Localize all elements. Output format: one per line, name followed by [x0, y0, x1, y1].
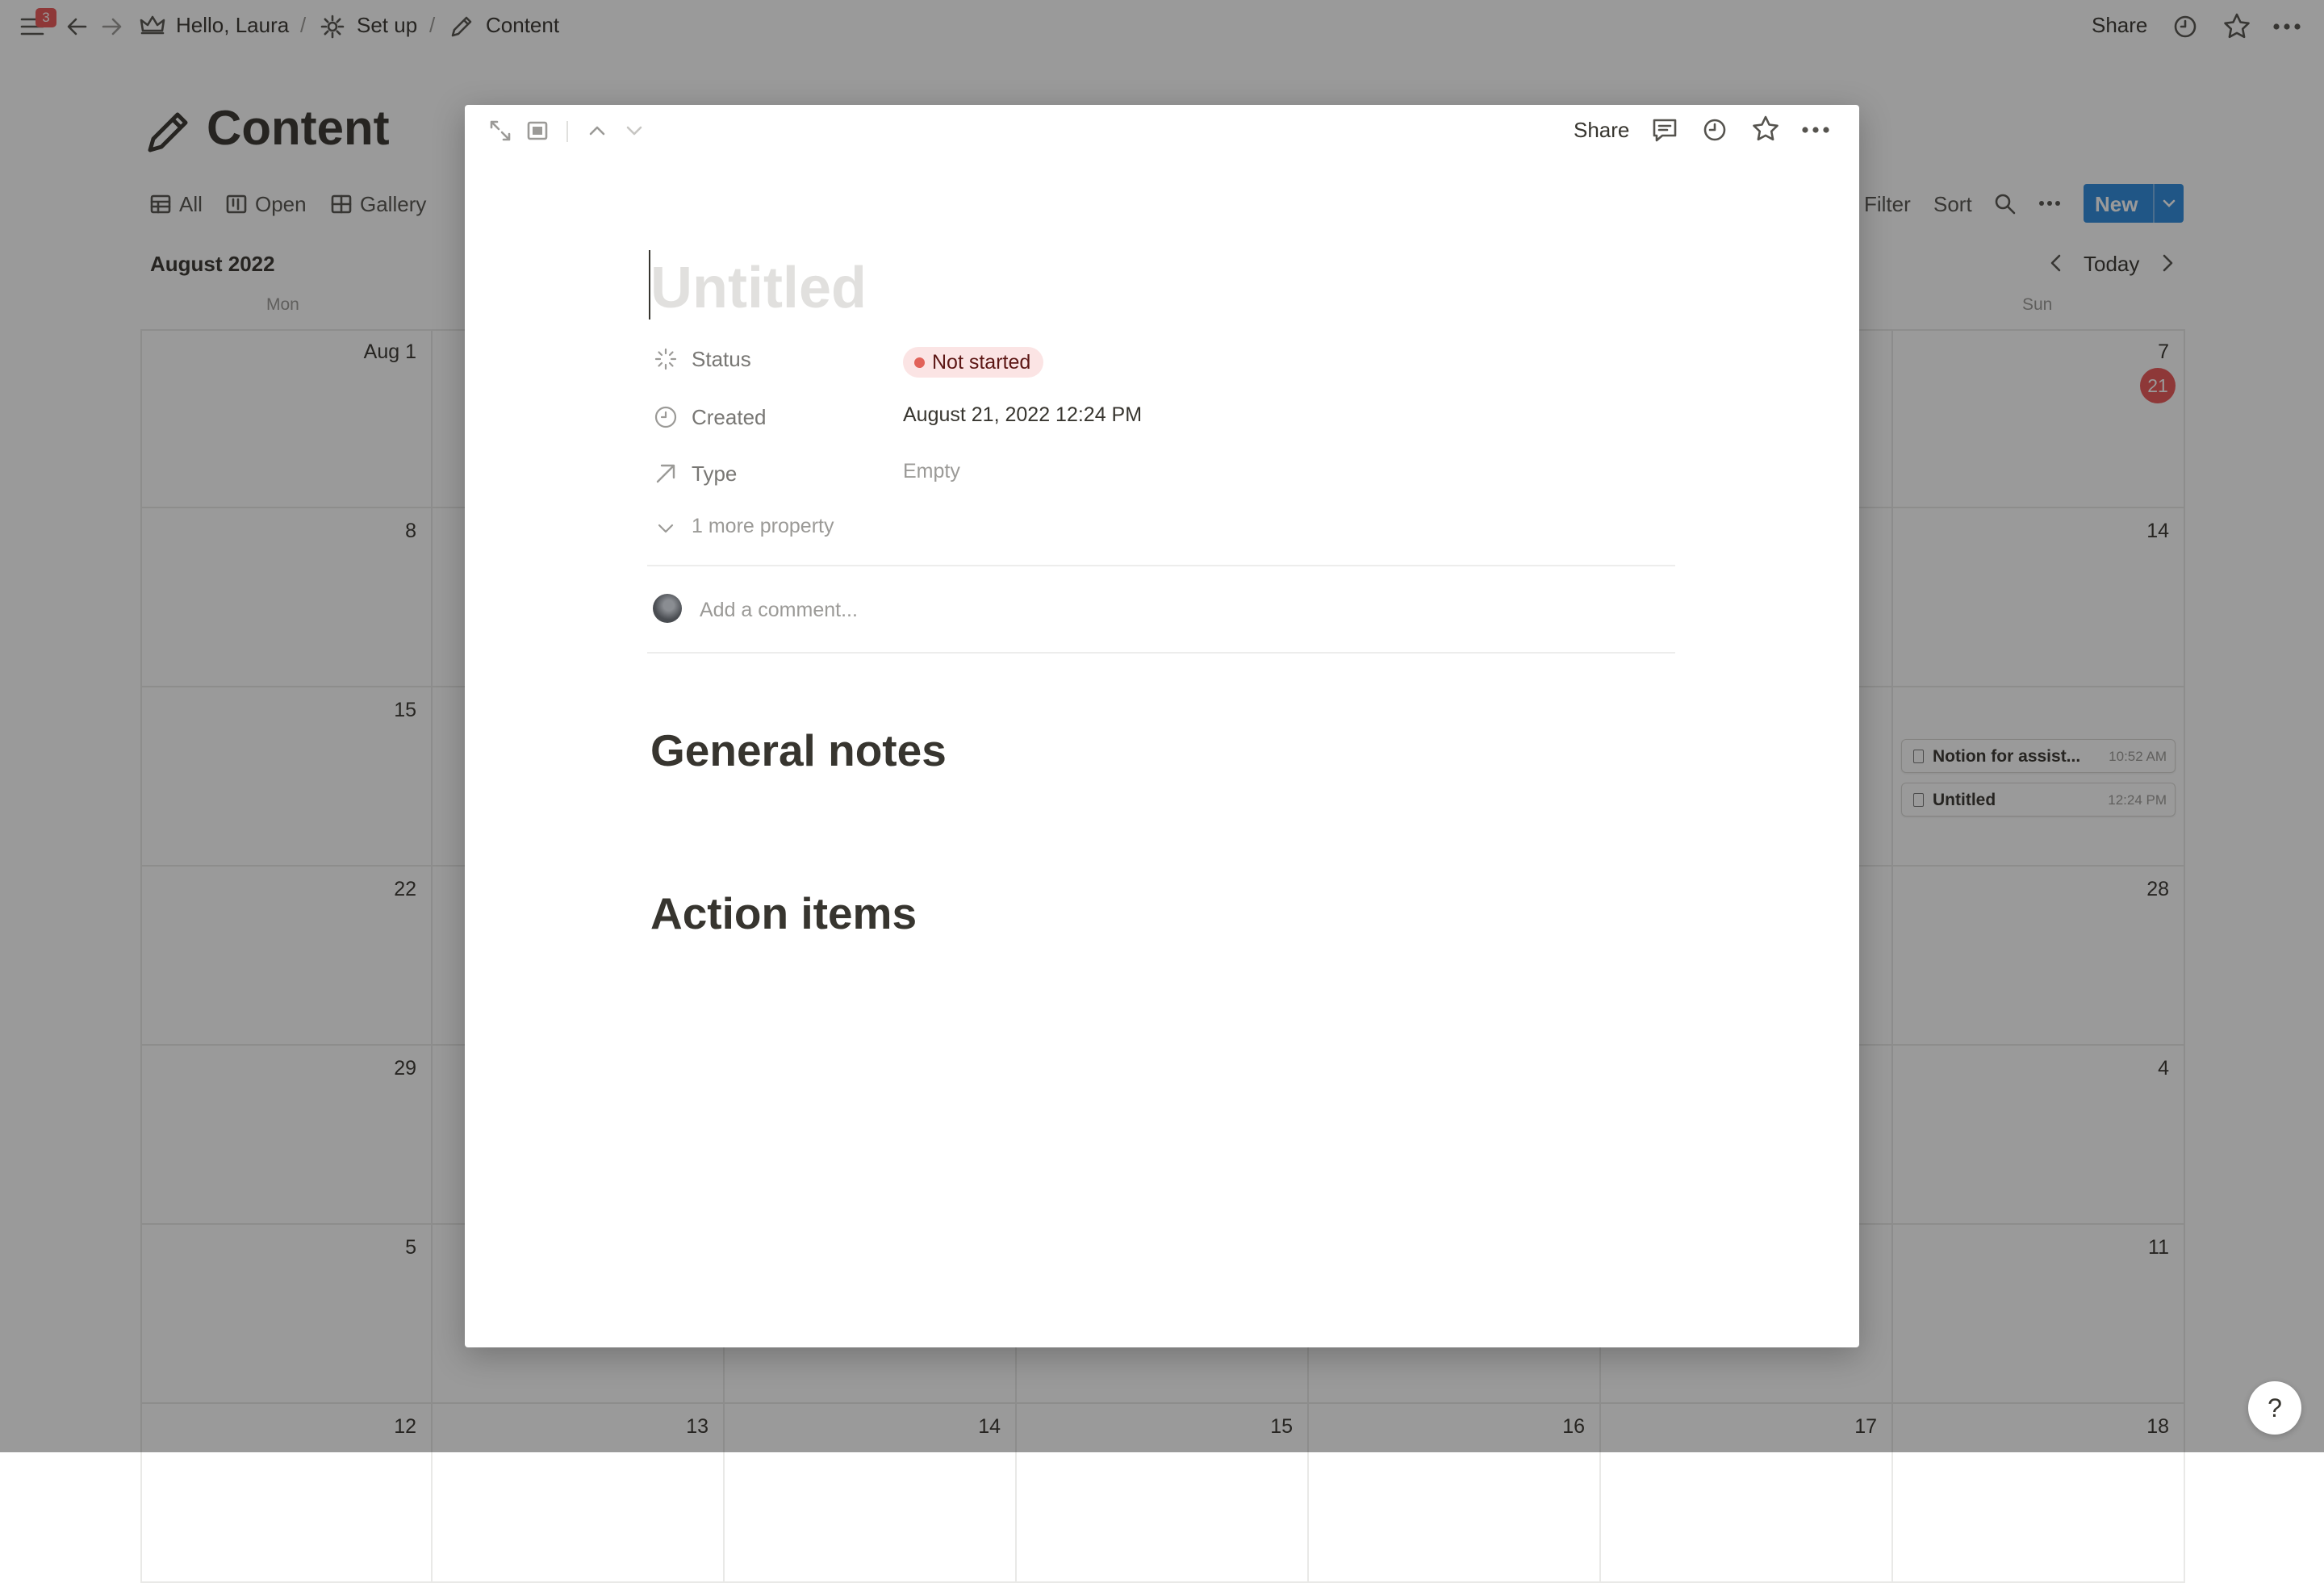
status-label: Status [692, 347, 751, 371]
help-button[interactable]: ? [2248, 1381, 2301, 1435]
doc-title-input[interactable]: Untitled [650, 255, 867, 321]
more-options-icon[interactable] [1801, 126, 1830, 134]
chevron-down-icon[interactable] [623, 121, 646, 140]
toolbar-divider [566, 121, 568, 142]
heading-action-items[interactable]: Action items [650, 888, 917, 939]
status-dot [914, 357, 925, 368]
clock-history-icon[interactable] [1701, 116, 1728, 144]
status-badge[interactable]: Not started [903, 347, 1044, 378]
type-value-empty[interactable]: Empty [903, 460, 960, 483]
page-peek-modal: Share Untitled Status Not started Create… [465, 105, 1859, 1347]
status-value: Not started [932, 351, 1031, 374]
created-label: Created [692, 405, 767, 429]
expand-icon[interactable] [487, 118, 513, 144]
more-properties-toggle[interactable]: 1 more property [692, 515, 834, 538]
arrow-up-right-icon [654, 462, 678, 486]
type-label: Type [692, 462, 738, 486]
created-value: August 21, 2022 12:24 PM [903, 403, 1143, 426]
comment-icon[interactable] [1651, 116, 1678, 144]
chevron-up-icon[interactable] [586, 121, 608, 140]
divider [647, 565, 1675, 566]
modal-share-button[interactable]: Share [1574, 118, 1629, 143]
divider [647, 652, 1675, 654]
star-icon[interactable] [1751, 115, 1780, 144]
avatar [653, 594, 682, 623]
peek-mode-icon[interactable] [526, 119, 549, 142]
comment-input[interactable]: Add a comment... [700, 599, 858, 622]
chevron-down-icon [654, 516, 678, 541]
status-icon [654, 347, 678, 371]
clock-icon [654, 405, 678, 429]
heading-general-notes[interactable]: General notes [650, 725, 947, 776]
